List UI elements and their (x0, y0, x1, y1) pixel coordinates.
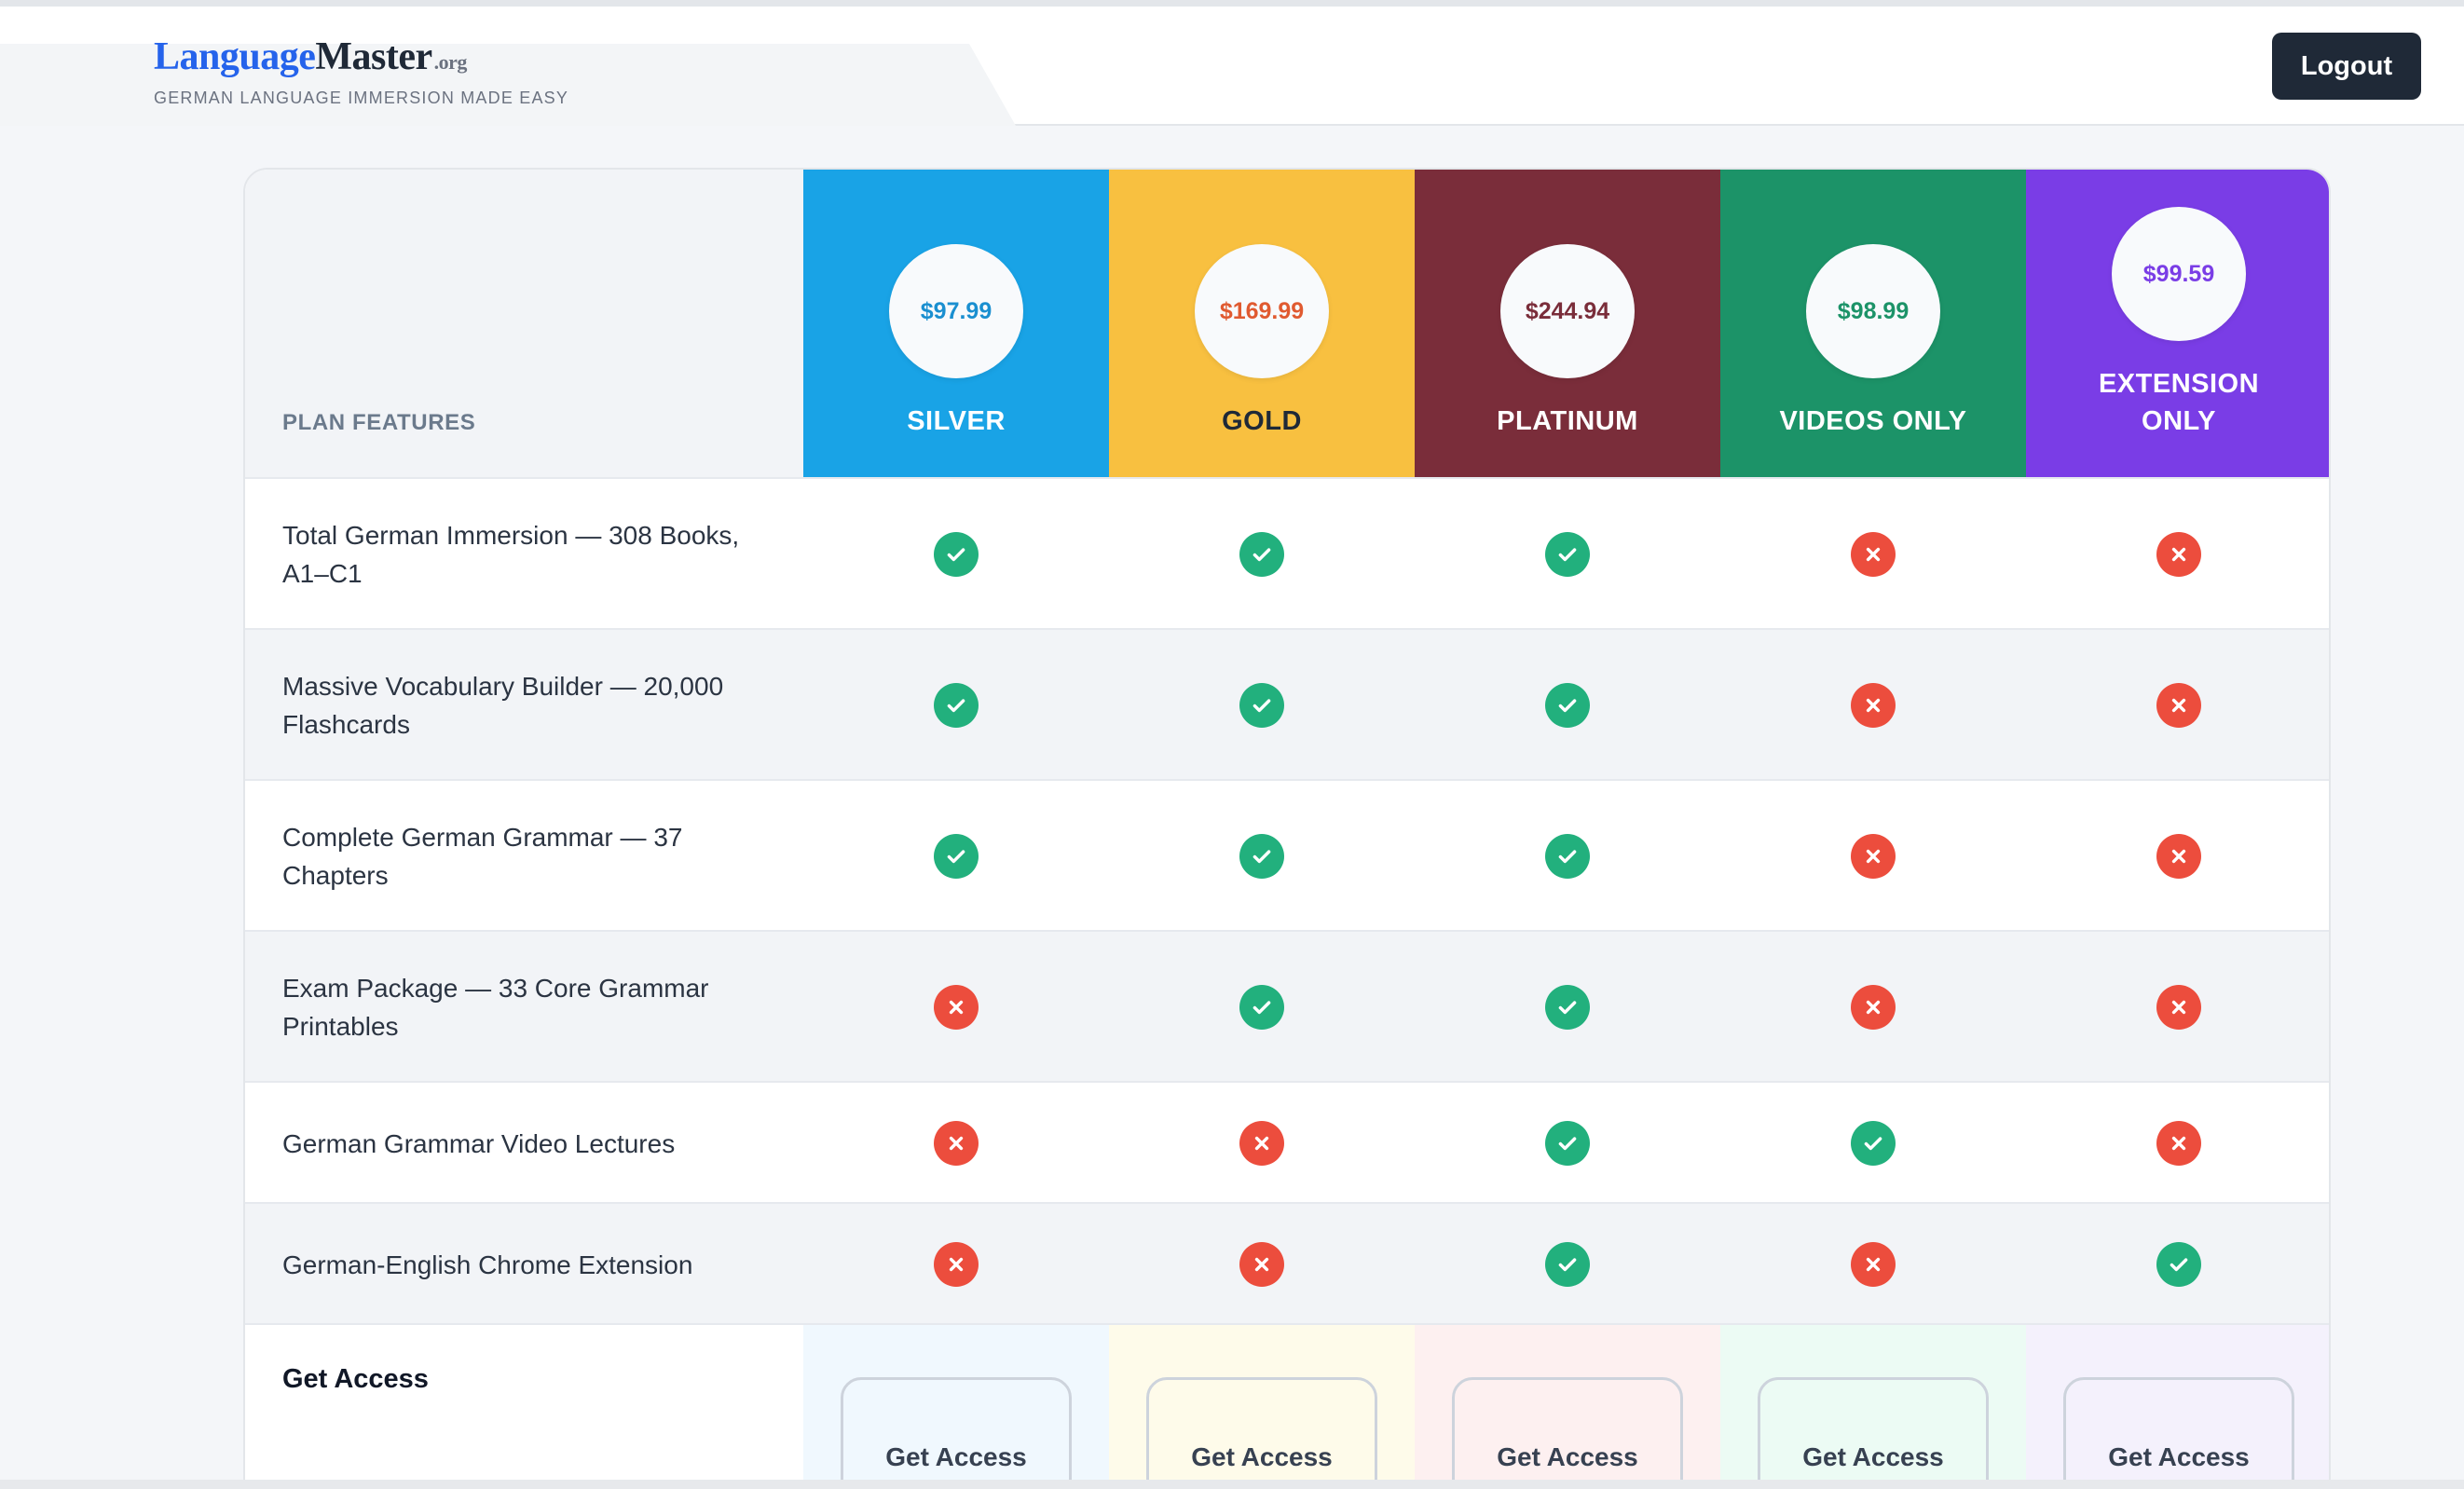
feature-label: Total German Immersion — 308 Books, A1–C… (282, 521, 740, 588)
feature-row: Exam Package — 33 Core Grammar Printable… (245, 930, 2329, 1081)
access-cell-silver: Get Access (803, 1325, 1109, 1489)
check-icon (1239, 683, 1284, 728)
check-icon (1239, 532, 1284, 577)
pricing-table: PLAN FEATURES $97.99 SILVER $169.99 GOLD $24… (243, 168, 2331, 1489)
check-icon (1239, 985, 1284, 1030)
feature-label: German-English Chrome Extension (282, 1250, 693, 1279)
cross-icon (1239, 1121, 1284, 1166)
plan-name: EXTENSION ONLY (2098, 369, 2260, 436)
plan-name: GOLD (1222, 406, 1302, 436)
plan-header-gold: $169.99 GOLD (1109, 170, 1415, 477)
check-icon (934, 532, 979, 577)
plan-name: VIDEOS ONLY (1779, 406, 1967, 436)
bottom-border (0, 1480, 2464, 1489)
check-icon (1545, 683, 1590, 728)
feature-label: German Grammar Video Lectures (282, 1128, 676, 1158)
check-icon (1545, 532, 1590, 577)
plan-price: $244.94 (1500, 244, 1635, 378)
cross-icon (934, 1242, 979, 1287)
cross-icon (1851, 532, 1896, 577)
plan-header-videos-only: $98.99 VIDEOS ONLY (1720, 170, 2026, 477)
pricing-table-header: PLAN FEATURES $97.99 SILVER $169.99 GOLD $24… (245, 170, 2329, 477)
feature-row: Massive Vocabulary Builder — 20,000 Flas… (245, 628, 2329, 779)
site-logo[interactable]: Language Master .org (154, 34, 467, 79)
plan-header-silver: $97.99 SILVER (803, 170, 1109, 477)
get-access-button-gold[interactable]: Get Access (1146, 1377, 1377, 1489)
site-tagline: GERMAN LANGUAGE IMMERSION MADE EASY (154, 89, 569, 107)
cross-icon (1851, 1242, 1896, 1287)
logo-part-language: Language (154, 35, 316, 78)
check-icon (1545, 985, 1590, 1030)
plan-header-platinum: $244.94 PLATINUM (1415, 170, 1720, 477)
access-cell-extension-only: Get Access (2026, 1325, 2329, 1489)
get-access-label: Get Access (282, 1364, 429, 1394)
access-cell-gold: Get Access (1109, 1325, 1415, 1489)
check-icon (1851, 1121, 1896, 1166)
feature-row: German Grammar Video Lectures (245, 1081, 2329, 1202)
cross-icon (2156, 532, 2201, 577)
check-icon (1239, 834, 1284, 879)
logout-button[interactable]: Logout (2272, 33, 2421, 100)
get-access-button-extension-only[interactable]: Get Access (2063, 1377, 2294, 1489)
cross-icon (1239, 1242, 1284, 1287)
plan-features-header-cell: PLAN FEATURES (245, 170, 803, 477)
access-cell-videos-only: Get Access (1720, 1325, 2026, 1489)
plan-price: $97.99 (889, 244, 1023, 378)
logo-part-master: Master (315, 35, 432, 78)
cross-icon (2156, 834, 2201, 879)
feature-row: Total German Immersion — 308 Books, A1–C… (245, 477, 2329, 628)
cross-icon (1851, 834, 1896, 879)
feature-label: Complete German Grammar — 37 Chapters (282, 823, 683, 890)
plan-price: $169.99 (1195, 244, 1329, 378)
get-access-button-silver[interactable]: Get Access (841, 1377, 1072, 1489)
check-icon (1545, 1242, 1590, 1287)
check-icon (2156, 1242, 2201, 1287)
cross-icon (1851, 985, 1896, 1030)
plan-price: $99.59 (2112, 207, 2246, 341)
cross-icon (1851, 683, 1896, 728)
get-access-button-videos-only[interactable]: Get Access (1758, 1377, 1989, 1489)
plan-name: PLATINUM (1497, 406, 1638, 436)
plan-name: SILVER (907, 406, 1006, 436)
top-border (0, 0, 2464, 7)
cross-icon (934, 1121, 979, 1166)
plan-features-heading: PLAN FEATURES (282, 410, 476, 435)
plan-header-extension-only: $99.59 EXTENSION ONLY (2026, 170, 2329, 477)
get-access-button-platinum[interactable]: Get Access (1452, 1377, 1683, 1489)
cross-icon (934, 985, 979, 1030)
feature-label: Exam Package — 33 Core Grammar Printable… (282, 974, 709, 1041)
check-icon (1545, 1121, 1590, 1166)
check-icon (934, 683, 979, 728)
feature-row: German-English Chrome Extension (245, 1202, 2329, 1323)
access-cell-platinum: Get Access (1415, 1325, 1720, 1489)
logo-part-org: .org (433, 50, 468, 74)
feature-label: Massive Vocabulary Builder — 20,000 Flas… (282, 672, 724, 739)
site-header: Language Master .org GERMAN LANGUAGE IMM… (0, 7, 2464, 126)
check-icon (1545, 834, 1590, 879)
feature-row: Complete German Grammar — 37 Chapters (245, 779, 2329, 930)
check-icon (934, 834, 979, 879)
cross-icon (2156, 1121, 2201, 1166)
cross-icon (2156, 985, 2201, 1030)
get-access-row: Get Access Get Access Get Access Get Acces… (245, 1323, 2329, 1489)
cross-icon (2156, 683, 2201, 728)
plan-price: $98.99 (1806, 244, 1940, 378)
